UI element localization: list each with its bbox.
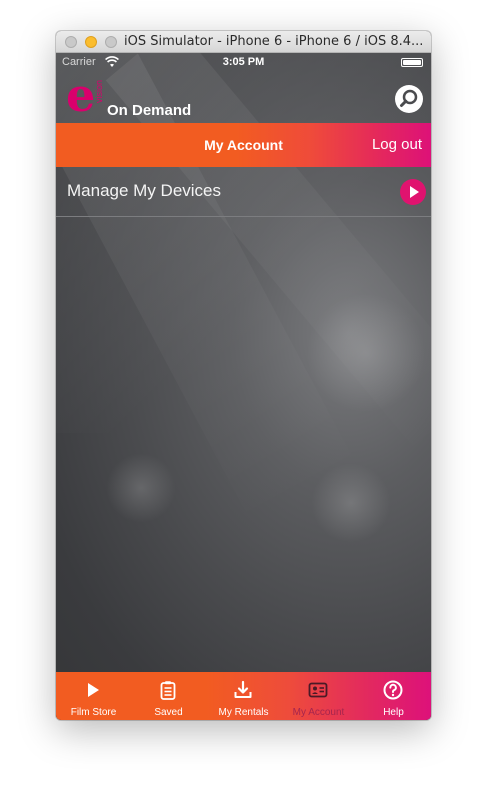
app-screen: Carrier 3:05 PM e vision On Demand My Ac… bbox=[56, 53, 431, 720]
search-icon bbox=[400, 89, 418, 107]
close-window-button[interactable] bbox=[65, 36, 77, 48]
logo-text: On Demand bbox=[107, 102, 192, 119]
search-button[interactable] bbox=[395, 85, 423, 113]
id-card-icon bbox=[308, 682, 328, 698]
tab-label: My Rentals bbox=[218, 707, 269, 718]
logo-small-text: vision bbox=[94, 80, 104, 104]
play-icon bbox=[88, 683, 99, 697]
tab-saved[interactable]: Saved bbox=[131, 672, 206, 720]
tab-label: My Account bbox=[292, 707, 345, 718]
menu-item-label: Manage My Devices bbox=[67, 181, 222, 200]
window-title: iOS Simulator - iPhone 6 - iPhone 6 / iO… bbox=[124, 34, 424, 49]
simulator-window: iOS Simulator - iPhone 6 - iPhone 6 / iO… bbox=[56, 31, 431, 720]
tab-help[interactable]: Help bbox=[356, 672, 431, 720]
zoom-window-button[interactable] bbox=[105, 36, 117, 48]
tab-label: Saved bbox=[154, 707, 183, 718]
logo-letter: e bbox=[66, 68, 96, 122]
app-header: e vision On Demand bbox=[56, 70, 431, 123]
logout-button[interactable]: Log out bbox=[372, 136, 422, 153]
tab-label: Help bbox=[383, 707, 404, 718]
minimize-window-button[interactable] bbox=[85, 36, 97, 48]
download-icon bbox=[234, 680, 252, 698]
tab-bar: Film Store Saved My Rentals My Account H… bbox=[56, 672, 431, 720]
battery-icon bbox=[401, 58, 423, 67]
tab-my-account[interactable]: My Account bbox=[281, 672, 356, 720]
manage-my-devices-row[interactable]: Manage My Devices bbox=[56, 167, 431, 217]
clipboard-list-icon bbox=[160, 681, 176, 700]
play-arrow-icon[interactable] bbox=[400, 179, 426, 205]
tab-film-store[interactable]: Film Store bbox=[56, 672, 131, 720]
status-time: 3:05 PM bbox=[222, 56, 265, 68]
account-bar: My Account Log out bbox=[56, 123, 431, 167]
help-circle-icon bbox=[383, 680, 403, 700]
background-glow bbox=[306, 293, 426, 413]
background-glow bbox=[106, 453, 176, 523]
tab-my-rentals[interactable]: My Rentals bbox=[206, 672, 281, 720]
tab-label: Film Store bbox=[70, 707, 117, 718]
window-titlebar[interactable]: iOS Simulator - iPhone 6 - iPhone 6 / iO… bbox=[56, 31, 431, 53]
status-bar: Carrier 3:05 PM bbox=[56, 53, 431, 73]
evision-logo: e vision On Demand bbox=[66, 70, 206, 120]
background-glow bbox=[311, 463, 391, 543]
